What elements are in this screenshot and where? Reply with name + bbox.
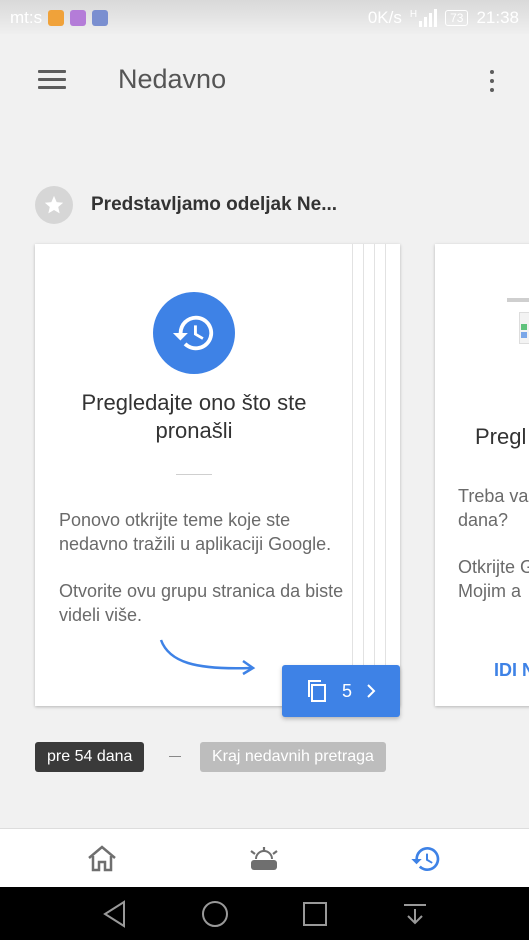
network-type: H [409,9,418,20]
card-body-paragraph: Otvorite ovu grupu stranica da biste vid… [59,581,344,625]
clock: 21:38 [476,8,519,27]
notification-drawer-icon[interactable] [400,899,430,929]
updates-icon[interactable] [247,843,281,875]
recents-square-icon[interactable] [300,899,330,929]
chevron-right-icon [367,684,376,698]
home-icon[interactable] [85,843,119,875]
card-action-link[interactable]: IDI N [494,660,529,681]
card-heading: Pregl [475,424,527,449]
signal-icon: H [409,9,438,27]
history-icon [153,292,235,374]
stack-edge [363,244,364,706]
page-count: 5 [341,680,352,701]
illustration-icon [501,298,529,348]
menu-icon[interactable] [38,70,68,92]
card-body-paragraph: Otkrijte Google Mojim a [458,557,529,601]
copy-pages-icon [307,680,326,702]
status-left: mt:s [10,8,109,28]
stack-edge [385,244,386,706]
recent-history-icon[interactable] [409,843,443,875]
card-body: Ponovo otkrijte teme koje ste nedavno tr… [59,508,344,650]
system-nav-bar [0,887,529,940]
back-icon[interactable] [100,899,130,929]
carrier-label: mt:s [10,8,43,27]
status-bar: mt:s 0K/s H 73 21:38 [0,0,529,34]
time-chip: pre 54 dana [35,742,145,772]
section-header: Predstavljamo odeljak Ne... [35,186,337,224]
timeline-dash [169,756,181,757]
next-card[interactable]: Pregl Treba va pronašli dana? Otkrijte G… [435,244,529,706]
page-title: Nedavno [118,64,227,94]
app-bar: Nedavno [0,34,529,126]
card-heading: Pregledajte ono što ste pronašli [81,390,307,443]
divider [176,474,212,475]
bottom-nav [0,828,529,888]
notification-app-icon [48,10,65,26]
battery-icon: 73 [445,10,469,26]
curved-arrow-icon [159,639,256,676]
more-options-icon[interactable] [483,68,501,94]
star-icon [35,186,73,224]
network-speed: 0K/s [367,8,402,27]
section-title: Predstavljamo odeljak Ne... [91,194,338,215]
card-body-paragraph: Treba va pronašli dana? [458,486,529,530]
intro-card[interactable]: Pregledajte ono što ste pronašli Ponovo … [35,244,400,717]
home-circle-icon[interactable] [200,899,230,929]
notification-gallery-icon [70,10,87,26]
open-group-button[interactable]: 5 [282,665,400,717]
stack-edge [374,244,375,706]
card-body: Treba va pronašli dana? Otkrijte Google … [458,484,529,626]
status-right: 0K/s H 73 21:38 [368,8,519,28]
stack-edge [352,244,353,706]
end-of-recent-chip: Kraj nedavnih pretraga [200,742,386,772]
card-body-paragraph: Ponovo otkrijte teme koje ste nedavno tr… [59,510,332,554]
notification-news-icon [92,10,109,26]
